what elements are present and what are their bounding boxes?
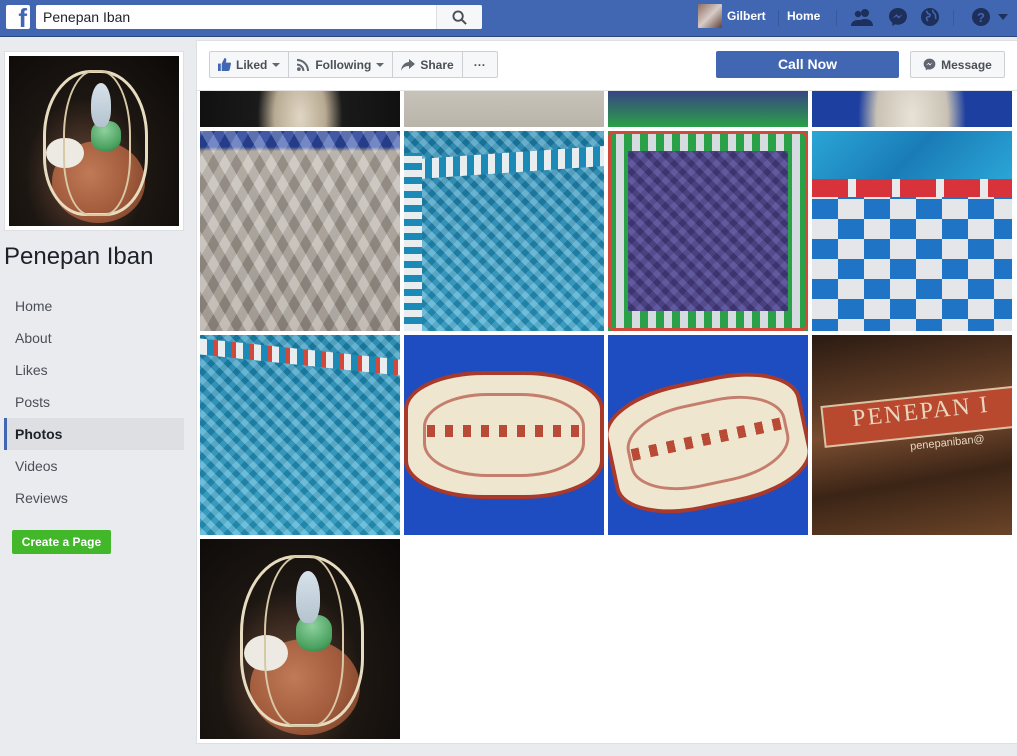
sidebar-item-videos[interactable]: Videos bbox=[4, 450, 184, 482]
divider bbox=[836, 10, 837, 26]
share-label: Share bbox=[420, 57, 454, 72]
share-button[interactable]: Share bbox=[393, 52, 463, 77]
chevron-down-icon bbox=[376, 62, 385, 67]
friend-requests-icon[interactable] bbox=[851, 6, 873, 28]
sidebar-item-photos[interactable]: Photos bbox=[4, 418, 184, 450]
more-options-icon: ··· bbox=[473, 57, 486, 72]
page-sidebar-nav: Home About Likes Posts Photos Videos Rev… bbox=[4, 290, 184, 514]
sidebar-item-reviews[interactable]: Reviews bbox=[4, 482, 184, 514]
share-arrow-icon bbox=[401, 58, 416, 71]
page-profile-picture[interactable] bbox=[4, 51, 184, 231]
notifications-globe-icon[interactable] bbox=[919, 6, 941, 28]
photos-panel: Liked Following Share ··· Call Now Messa… bbox=[196, 40, 1017, 744]
help-icon[interactable]: ? bbox=[970, 6, 992, 28]
sidebar-item-likes[interactable]: Likes bbox=[4, 354, 184, 386]
sidebar-item-posts[interactable]: Posts bbox=[4, 386, 184, 418]
search-box bbox=[36, 5, 482, 29]
photo-thumbnail[interactable] bbox=[608, 131, 808, 331]
photo-thumbnail[interactable]: PENEPAN I penepaniban@ bbox=[812, 335, 1012, 535]
photo-thumbnail[interactable] bbox=[812, 131, 1012, 331]
page-actions-group: Liked Following Share ··· bbox=[209, 51, 498, 78]
call-now-button[interactable]: Call Now bbox=[716, 51, 899, 78]
sidebar-item-about[interactable]: About bbox=[4, 322, 184, 354]
chevron-down-icon bbox=[272, 62, 281, 67]
photo-thumbnail[interactable] bbox=[200, 131, 400, 331]
page-action-bar: Liked Following Share ··· Call Now Messa… bbox=[197, 41, 1017, 91]
photo-grid: PENEPAN I penepaniban@ bbox=[200, 41, 1017, 739]
messenger-icon bbox=[923, 58, 936, 71]
page-title[interactable]: Penepan Iban bbox=[4, 243, 153, 271]
photo-sign-text: PENEPAN I bbox=[850, 391, 991, 433]
more-options-button[interactable]: ··· bbox=[463, 52, 497, 77]
user-name-link[interactable]: Gilbert bbox=[727, 9, 766, 23]
photo-thumbnail[interactable] bbox=[404, 335, 604, 535]
photo-thumbnail[interactable] bbox=[404, 131, 604, 331]
create-page-button[interactable]: Create a Page bbox=[12, 530, 111, 554]
search-icon bbox=[452, 9, 467, 25]
sidebar-item-home[interactable]: Home bbox=[4, 290, 184, 322]
liked-button[interactable]: Liked bbox=[210, 52, 290, 77]
user-avatar[interactable] bbox=[698, 4, 722, 28]
photo-thumbnail[interactable] bbox=[200, 539, 400, 739]
message-button[interactable]: Message bbox=[910, 51, 1005, 78]
profile-photo-image bbox=[9, 56, 179, 226]
account-menu-chevron-down-icon[interactable] bbox=[996, 6, 1010, 28]
messenger-icon[interactable] bbox=[887, 6, 909, 28]
following-button[interactable]: Following bbox=[289, 52, 394, 77]
divider bbox=[953, 10, 954, 26]
rss-feed-icon bbox=[297, 58, 310, 71]
facebook-logo-icon[interactable]: f bbox=[6, 5, 30, 31]
photo-thumbnail[interactable] bbox=[608, 335, 808, 535]
message-label: Message bbox=[941, 57, 992, 72]
liked-label: Liked bbox=[236, 57, 268, 72]
following-label: Following bbox=[315, 57, 372, 72]
svg-text:?: ? bbox=[977, 10, 985, 25]
thumbs-up-icon bbox=[218, 58, 231, 71]
home-link[interactable]: Home bbox=[787, 9, 820, 23]
divider bbox=[778, 10, 779, 26]
search-input[interactable] bbox=[36, 5, 436, 29]
search-button[interactable] bbox=[436, 5, 482, 29]
photo-thumbnail[interactable] bbox=[200, 335, 400, 535]
photo-sign-subtext: penepaniban@ bbox=[909, 433, 986, 453]
top-navigation-bar: f Gilbert Home ? bbox=[0, 0, 1017, 37]
